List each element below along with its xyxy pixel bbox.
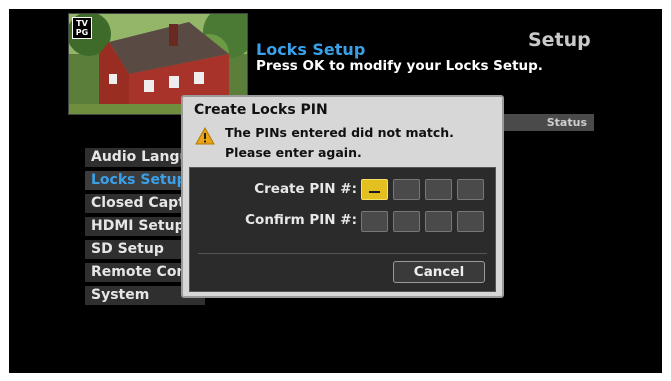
create-pin-digit-2[interactable] bbox=[393, 179, 420, 200]
status-column-header: Status bbox=[504, 114, 594, 131]
confirm-pin-digit-3[interactable] bbox=[425, 211, 452, 232]
confirm-pin-digit-2[interactable] bbox=[393, 211, 420, 232]
section-heading: Locks Setup bbox=[256, 40, 366, 59]
confirm-pin-fields bbox=[361, 211, 484, 232]
create-pin-digit-3[interactable] bbox=[425, 179, 452, 200]
create-pin-dialog: Create Locks PIN The PINs entered did no… bbox=[181, 95, 504, 298]
error-instruction: Please enter again. bbox=[225, 145, 362, 160]
cancel-button[interactable]: Cancel bbox=[393, 261, 485, 283]
tv-rating-badge: TV PG bbox=[72, 17, 92, 39]
error-message: The PINs entered did not match. bbox=[225, 125, 454, 140]
create-pin-fields bbox=[361, 179, 484, 200]
confirm-pin-digit-4[interactable] bbox=[457, 211, 484, 232]
create-pin-digit-1[interactable] bbox=[361, 179, 388, 200]
pin-entry-panel: Create PIN #: Confirm PIN #: Cancel bbox=[189, 167, 496, 292]
dialog-divider bbox=[198, 253, 487, 254]
create-pin-digit-4[interactable] bbox=[457, 179, 484, 200]
confirm-pin-label: Confirm PIN #: bbox=[245, 212, 357, 228]
screen-title: Setup bbox=[528, 29, 591, 51]
tv-screen: TV PG Locks Setup Press OK to modify you… bbox=[9, 9, 662, 373]
section-instructions: Press OK to modify your Locks Setup. bbox=[256, 58, 543, 74]
create-pin-label: Create PIN #: bbox=[254, 181, 357, 197]
warning-icon bbox=[195, 127, 215, 145]
dialog-title: Create Locks PIN bbox=[194, 102, 328, 118]
confirm-pin-digit-1[interactable] bbox=[361, 211, 388, 232]
